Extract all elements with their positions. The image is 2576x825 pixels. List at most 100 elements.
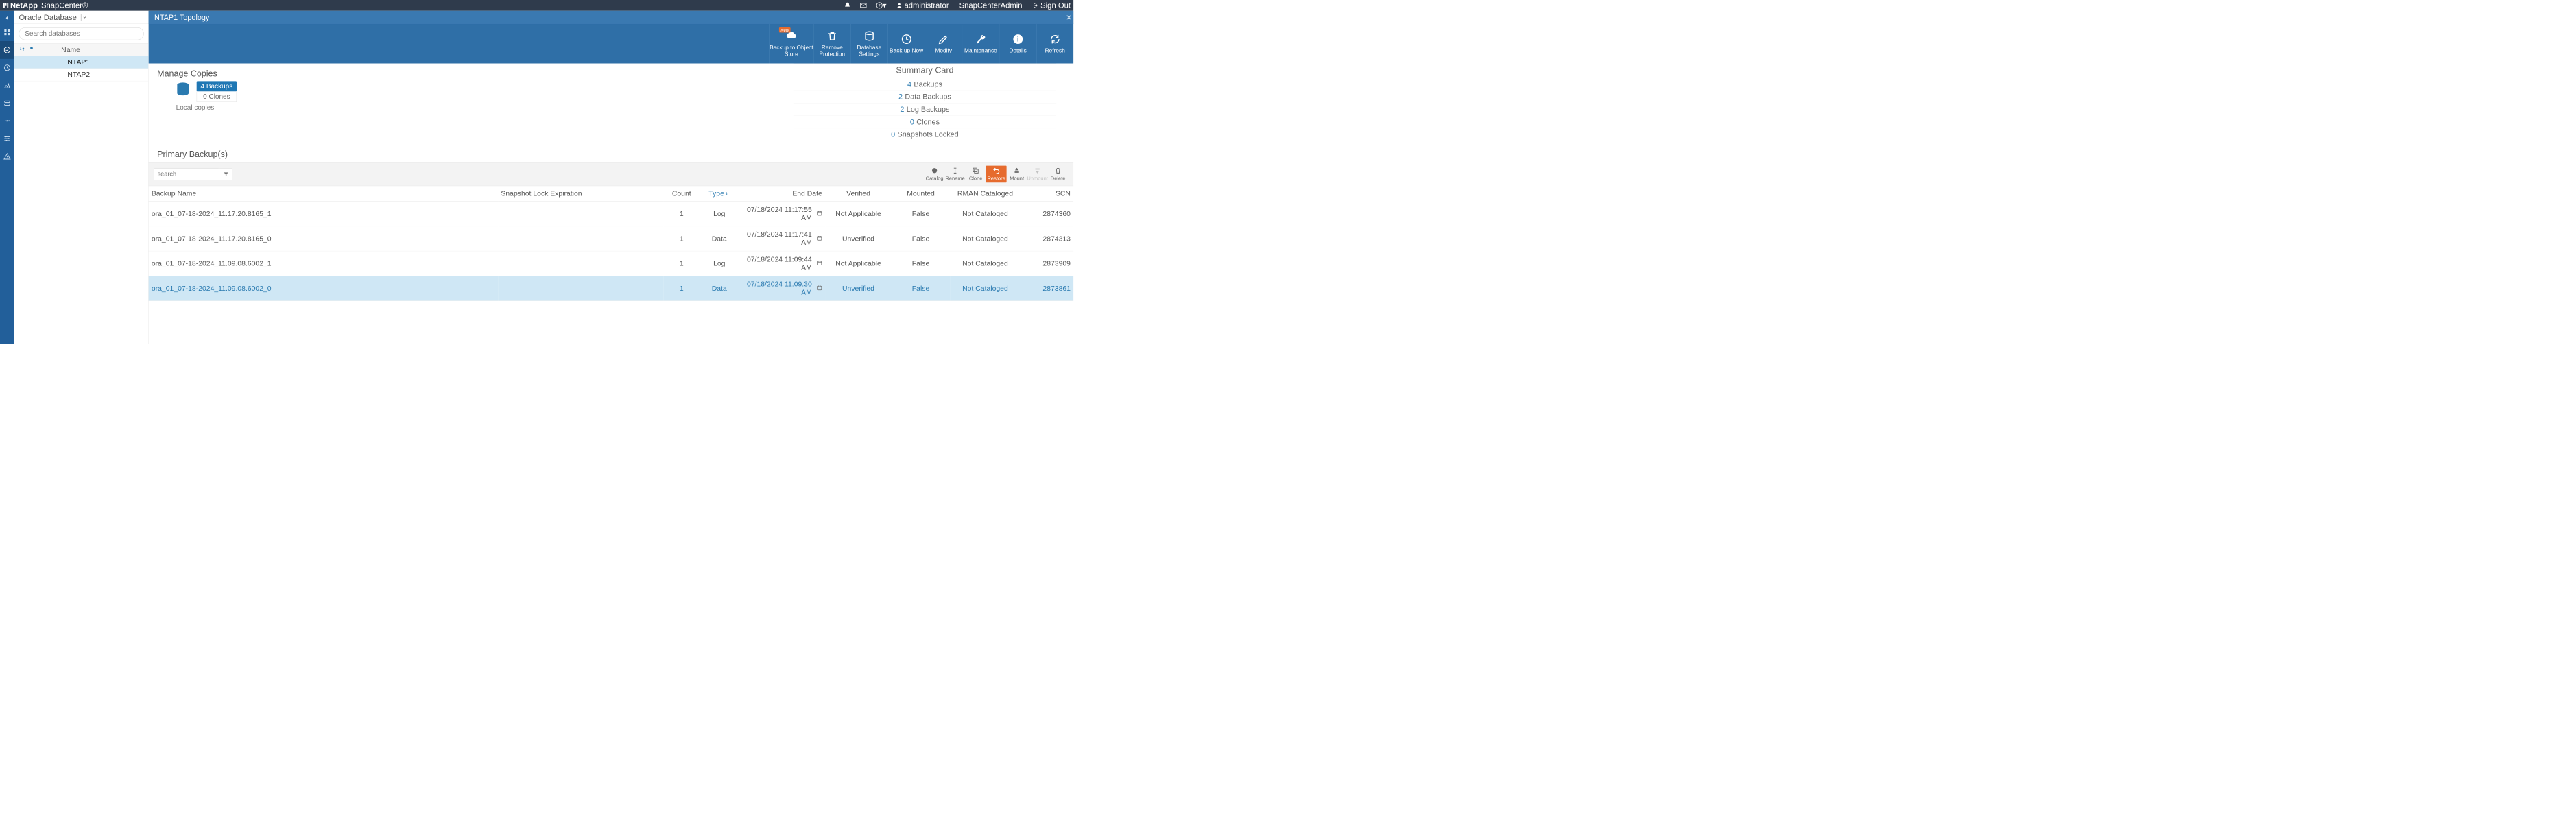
cell-verified: Unverified [825,276,892,300]
th-type[interactable]: Type [700,186,739,201]
mount-button[interactable]: Mount [1007,165,1027,182]
sort-icon[interactable] [19,45,25,53]
db-row[interactable]: NTAP2 [14,69,148,81]
cell-scn: 2874313 [1021,226,1073,251]
th-rman-cataloged[interactable]: RMAN Cataloged [950,186,1021,201]
cell-type: Data [700,226,739,251]
catalog-button[interactable]: Catalog [925,165,945,182]
rail-settings-icon[interactable] [0,130,14,147]
backup-row[interactable]: ora_01_07-18-2024_11.09.08.6002_1 1Log07/… [149,251,1073,276]
cell-scn: 2873861 [1021,276,1073,300]
th-end-date[interactable]: End Date [739,186,825,201]
summary-row: 4Backups [794,78,1056,91]
backups-search-input[interactable] [158,170,216,178]
flag-icon[interactable] [29,45,35,53]
mail-icon[interactable] [860,2,867,9]
cell-rman: Not Cataloged [950,276,1021,300]
help-icon[interactable]: ?▾ [876,1,887,10]
signout-label: Sign Out [1040,1,1071,10]
rail-storage-icon[interactable] [0,112,14,130]
bell-icon[interactable] [844,2,850,9]
local-copies-tile[interactable]: 4 Backups 0 Clones [174,81,794,101]
rail-alerts-icon[interactable] [0,147,14,165]
brand-company: NetApp [10,1,38,10]
breadcrumb: NTAP1 Topology × [149,11,1073,24]
refresh-button[interactable]: Refresh [1036,24,1073,64]
primary-backups-title: Primary Backup(s) [149,141,1073,162]
rename-button[interactable]: Rename [945,165,966,182]
th-scn[interactable]: SCN [1021,186,1073,201]
cell-mounted: False [892,202,950,226]
rail-hosts-icon[interactable] [0,95,14,112]
th-count[interactable]: Count [663,186,700,201]
search-databases-field[interactable] [25,29,138,38]
brand-logo: NetApp [3,1,38,10]
restore-button[interactable]: Restore [986,165,1007,182]
delete-button[interactable]: Delete [1048,165,1069,182]
backup-row[interactable]: ora_01_07-18-2024_11.17.20.8165_11Log07/… [149,202,1073,226]
summary-count: 2 [900,105,904,114]
summary-count: 2 [898,93,903,101]
summary-label: Log Backups [907,105,950,114]
topology-header: NTAP1 Topology × New Backup to Object St… [149,11,1073,64]
rail-collapse-icon[interactable] [0,12,14,23]
resource-type-selector[interactable]: Oracle Database [14,11,148,24]
modify-button[interactable]: Modify [925,24,962,64]
cell-backup-name: ora_01_07-18-2024_11.09.08.6002_1 [149,251,499,276]
cell-type: Data [700,276,739,300]
backups-search[interactable] [154,168,219,180]
cell-end-date: 07/18/2024 11:09:44 AM [739,251,825,276]
role-name: SnapCenterAdmin [959,1,1023,10]
summary-count: 0 [891,130,895,139]
cell-sle [498,202,663,226]
cell-type: Log [700,251,739,276]
details-button[interactable]: Details [999,24,1036,64]
calendar-icon [816,284,822,292]
remove-protection-button[interactable]: Remove Protection [813,24,850,64]
summary-row: 0Snapshots Locked [794,128,1056,141]
cell-mounted: False [892,251,950,276]
summary-label: Clones [916,117,940,126]
cell-scn: 2874360 [1021,202,1073,226]
cell-end-date: 07/18/2024 11:09:30 AM [739,276,825,300]
cell-count: 1 [663,251,700,276]
clone-button[interactable]: Clone [966,165,986,182]
filter-icon[interactable] [219,168,232,180]
maintenance-button[interactable]: Maintenance [962,24,999,64]
local-copies-label: Local copies [176,104,794,112]
topology-actions: New Backup to Object Store Remove Protec… [149,24,1073,64]
database-settings-button[interactable]: Database Settings [850,24,887,64]
back-up-now-button[interactable]: Back up Now [887,24,925,64]
chevron-down-icon[interactable] [81,14,88,21]
role-menu[interactable]: SnapCenterAdmin [959,1,1023,10]
summary-count: 4 [907,80,911,88]
search-databases-input[interactable] [19,27,144,40]
summary-label: Snapshots Locked [898,130,959,139]
cell-rman: Not Cataloged [950,226,1021,251]
user-menu[interactable]: administrator [896,1,949,10]
rail-monitor-icon[interactable] [0,59,14,77]
backup-row[interactable]: ora_01_07-18-2024_11.09.08.6002_01Data07… [149,276,1073,300]
cell-end-date: 07/18/2024 11:17:41 AM [739,226,825,251]
cell-sle [498,226,663,251]
unmount-button: Unmount [1027,165,1048,182]
summary-count: 0 [910,117,914,126]
nav-rail [0,11,14,344]
db-row[interactable]: NTAP1 [14,56,148,69]
th-mounted[interactable]: Mounted [892,186,950,201]
th-verified[interactable]: Verified [825,186,892,201]
content-area: NTAP1 Topology × New Backup to Object St… [149,11,1073,344]
signout-link[interactable]: Sign Out [1033,1,1071,10]
backup-to-object-store-button[interactable]: New Backup to Object Store [769,24,813,64]
rail-dashboard-icon[interactable] [0,23,14,41]
rail-reports-icon[interactable] [0,77,14,95]
cell-type: Log [700,202,739,226]
rail-resources-icon[interactable] [0,41,14,59]
th-backup-name[interactable]: Backup Name [149,186,499,201]
close-icon[interactable]: × [1066,12,1071,23]
backup-row[interactable]: ora_01_07-18-2024_11.17.20.8165_01Data07… [149,226,1073,251]
backups-pill: 4 Backups [197,81,237,91]
th-snapshot-lock-expiration[interactable]: Snapshot Lock Expiration [498,186,663,201]
clones-pill: 0 Clones [197,91,237,101]
summary-row: 2Log Backups [794,103,1056,115]
